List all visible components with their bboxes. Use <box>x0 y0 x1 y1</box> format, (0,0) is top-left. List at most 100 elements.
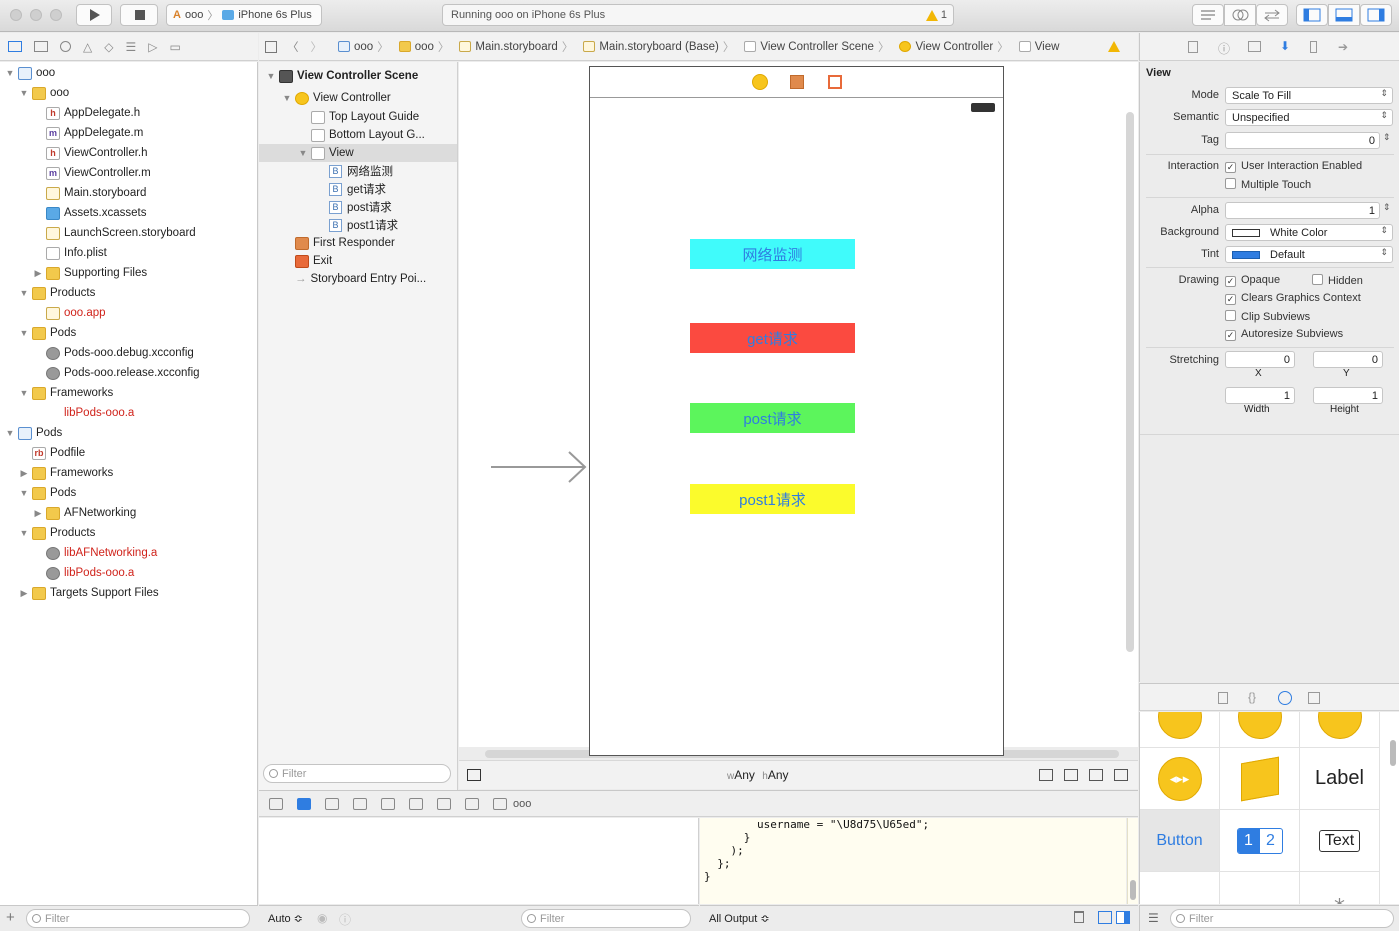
disclosure-closed-icon[interactable]: ▶ <box>18 468 30 479</box>
stop-button[interactable] <box>120 4 158 26</box>
auto-selector[interactable]: Auto ≎ <box>268 912 303 925</box>
outline-bottom-layout[interactable]: Bottom Layout G... <box>259 126 457 144</box>
navigator-item[interactable]: ▶ Frameworks <box>0 463 257 483</box>
disclosure-closed-icon[interactable]: ▶ <box>18 588 30 599</box>
opaque-checkbox[interactable]: ✓ Opaque <box>1225 274 1280 287</box>
alpha-stepper-icon[interactable]: ⇕ <box>1383 202 1391 213</box>
location-icon[interactable] <box>465 797 479 810</box>
console-scrollbar[interactable] <box>1127 818 1138 904</box>
outline-button-item[interactable]: B 网络监测 <box>259 162 457 180</box>
user-interaction-checkbox[interactable]: ✓ User Interaction Enabled <box>1225 160 1362 173</box>
entry-point-arrow-icon[interactable] <box>491 450 591 486</box>
view-controller-dock-icon[interactable] <box>752 74 768 90</box>
zoom-window-button[interactable] <box>50 9 62 21</box>
breadcrumb-item[interactable]: Main.storyboard 〉 <box>457 39 577 55</box>
breadcrumb-item[interactable]: Main.storyboard (Base) 〉 <box>581 39 738 55</box>
navigator-item[interactable]: ▶ AFNetworking <box>0 503 257 523</box>
disclosure-open-icon[interactable]: ▼ <box>18 288 30 298</box>
pause-icon[interactable] <box>325 797 339 810</box>
outline-button-item[interactable]: Bget请求 <box>259 180 457 198</box>
library-collection-view-controller[interactable] <box>1300 712 1380 748</box>
breadcrumb-item[interactable]: View Controller Scene 〉 <box>742 39 893 55</box>
mode-popup[interactable]: Scale To Fill ⇕ <box>1225 87 1393 104</box>
canvas-button[interactable]: post请求 <box>690 403 855 433</box>
info-icon[interactable]: ⓘ <box>339 911 351 928</box>
disclosure-open-icon[interactable]: ▼ <box>18 328 30 338</box>
canvas-button[interactable]: 网络监测 <box>690 239 855 269</box>
canvas-button[interactable]: post1请求 <box>690 484 855 514</box>
canvas-button[interactable]: get请求 <box>690 323 855 353</box>
outline-button-item[interactable]: Bpost1请求 <box>259 216 457 234</box>
list-view-icon[interactable]: ☰ <box>1148 911 1159 925</box>
navigator-item[interactable]: Pods-ooo.debug.xcconfig <box>0 343 257 363</box>
related-items-icon[interactable] <box>265 40 277 53</box>
scheme-selector[interactable]: A ooo 〉 iPhone 6s Plus <box>166 4 322 26</box>
disclosure-open-icon[interactable]: ▼ <box>18 388 30 398</box>
disclosure-open-icon[interactable]: ▼ <box>18 528 30 538</box>
first-responder-dock-icon[interactable] <box>790 75 804 89</box>
outline-filter-input[interactable]: Filter <box>263 764 451 783</box>
library-filter-input[interactable]: Filter <box>1170 909 1394 928</box>
help-inspector-icon[interactable]: ⓘ <box>1218 40 1230 57</box>
navigator-item[interactable]: ▼ Products <box>0 283 257 303</box>
navigator-item[interactable]: ▼ ooo <box>0 63 257 83</box>
outline-first-responder[interactable]: First Responder <box>259 234 457 252</box>
version-editor-button[interactable] <box>1256 4 1288 26</box>
hidden-checkbox[interactable]: Hidden <box>1312 274 1363 287</box>
tint-popup[interactable]: Default ⇕ <box>1225 246 1393 263</box>
stack-icon[interactable] <box>1039 769 1053 781</box>
eye-icon[interactable]: ◉ <box>317 911 327 925</box>
toggle-outline-icon[interactable] <box>467 769 481 781</box>
stretch-y-field[interactable]: 0 <box>1313 351 1383 368</box>
issue-icon[interactable]: △ <box>83 40 92 54</box>
navigator-filter-input[interactable]: Filter <box>26 909 250 928</box>
tag-stepper-icon[interactable]: ⇕ <box>1383 132 1391 143</box>
step-over-icon[interactable] <box>353 797 367 810</box>
file-template-icon[interactable] <box>1218 692 1228 704</box>
outline-view[interactable]: ▼ View <box>259 144 457 162</box>
library-button[interactable]: Button <box>1140 810 1220 872</box>
navigator-item[interactable]: Assets.xcassets <box>0 203 257 223</box>
navigator-item[interactable]: ▼ Pods <box>0 483 257 503</box>
output-selector[interactable]: All Output ≎ <box>709 912 770 925</box>
navigator-item[interactable]: h ViewController.h <box>0 143 257 163</box>
code-snippet-icon[interactable]: {} <box>1248 690 1256 704</box>
warning-indicator[interactable]: 1 <box>925 9 947 21</box>
multiple-touch-checkbox[interactable]: Multiple Touch <box>1225 178 1311 191</box>
navigator-item[interactable]: ooo.app <box>0 303 257 323</box>
resolve-icon[interactable] <box>1114 769 1128 781</box>
console-output[interactable]: username = "\U8d75\U65ed"; } ); };} <box>700 818 1126 904</box>
breadcrumb-item[interactable]: ooo 〉 <box>397 39 454 55</box>
align-icon[interactable] <box>1064 769 1078 781</box>
identity-inspector-icon[interactable] <box>1248 41 1261 52</box>
background-popup[interactable]: White Color ⇕ <box>1225 224 1393 241</box>
library-text-field[interactable]: Text <box>1300 810 1380 872</box>
disclosure-open-icon[interactable]: ▼ <box>4 68 16 78</box>
exit-dock-icon[interactable] <box>828 75 842 89</box>
library-label[interactable]: Label <box>1300 748 1380 810</box>
breadcrumb-item[interactable]: View Controller 〉 <box>897 39 1012 55</box>
navigator-item[interactable]: ▼ Pods <box>0 323 257 343</box>
trash-icon[interactable] <box>1074 911 1084 923</box>
toggle-navigator-button[interactable] <box>1296 4 1328 26</box>
breadcrumb-item[interactable]: View <box>1017 41 1059 53</box>
disclosure-open-icon[interactable]: ▼ <box>4 428 16 438</box>
run-button[interactable] <box>76 4 112 26</box>
navigator-item[interactable]: ▶ Targets Support Files <box>0 583 257 603</box>
library-object[interactable] <box>1220 748 1300 810</box>
symbol-navigator-icon[interactable] <box>34 41 48 52</box>
close-window-button[interactable] <box>10 9 22 21</box>
library-av-player-controller[interactable]: ◂▸▸ <box>1140 748 1220 810</box>
split-right-icon[interactable] <box>1116 911 1130 924</box>
library-slider[interactable] <box>1140 872 1220 904</box>
autoresize-checkbox[interactable]: ✓ Autoresize Subviews <box>1225 328 1343 341</box>
add-icon[interactable]: + <box>6 909 15 926</box>
view-controller-scene-frame[interactable]: 网络监测 get请求 post请求 post1请求 <box>589 66 1004 756</box>
navigator-item[interactable]: ▶ Supporting Files <box>0 263 257 283</box>
clears-context-checkbox[interactable]: ✓ Clears Graphics Context <box>1225 292 1361 305</box>
navigator-item[interactable]: libPods-ooo.a <box>0 403 257 423</box>
library-switch[interactable] <box>1220 872 1300 904</box>
navigator-item[interactable]: ▼ Products <box>0 523 257 543</box>
clip-subviews-checkbox[interactable]: Clip Subviews <box>1225 310 1310 323</box>
outline-exit[interactable]: Exit <box>259 252 457 270</box>
